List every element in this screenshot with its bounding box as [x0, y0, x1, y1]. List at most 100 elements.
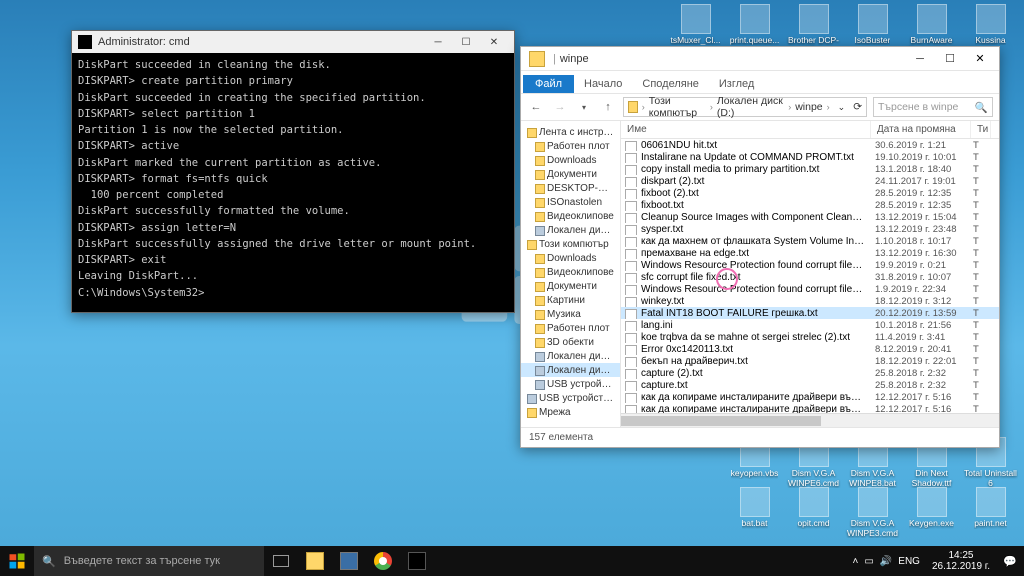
app-icon: [740, 4, 770, 34]
tray-volume-icon[interactable]: 🔊: [880, 556, 892, 567]
nav-item[interactable]: Downloads: [521, 251, 620, 265]
table-row[interactable]: diskpart (2).txt24.11.2017 г. 19:01Т: [621, 175, 999, 187]
nav-item[interactable]: Лента с инструмен: [521, 125, 620, 139]
minimize-button[interactable]: ─: [905, 49, 935, 69]
table-row[interactable]: как да копираме инсталираните драйвери в…: [621, 403, 999, 413]
tab-share[interactable]: Споделяне: [632, 75, 709, 93]
nav-item[interactable]: Локален диск (D:): [521, 363, 620, 377]
column-headers[interactable]: Име Дата на промяна Ти: [621, 121, 999, 139]
file-name: бекъп на драйверич.txt: [621, 355, 871, 367]
explorer-titlebar[interactable]: | winpe ─ ☐ ✕: [521, 47, 999, 71]
file-name: Instalirane na Update ot COMMAND PROMT.t…: [621, 151, 871, 163]
table-row[interactable]: Instalirane na Update ot COMMAND PROMT.t…: [621, 151, 999, 163]
table-row[interactable]: Cleanup Source Images with Component Cle…: [621, 211, 999, 223]
horizontal-scrollbar[interactable]: [621, 413, 999, 427]
nav-item[interactable]: 3D обекти: [521, 335, 620, 349]
taskbar-search[interactable]: 🔍 Въведете текст за търсене тук: [34, 546, 264, 576]
table-row[interactable]: Fatal INT18 BOOT FAILURE грешка.txt20.12…: [621, 307, 999, 319]
file-name: как да махнем от флашката System Volume …: [621, 235, 871, 247]
table-row[interactable]: fixboot (2).txt28.5.2019 г. 12:35Т: [621, 187, 999, 199]
nav-item[interactable]: Работен плот: [521, 321, 620, 335]
cmd-titlebar[interactable]: Administrator: cmd ─ ☐ ✕: [72, 31, 514, 53]
refresh-icon[interactable]: ⟳: [853, 101, 862, 113]
nav-item[interactable]: USB устройство (N:): [521, 391, 620, 405]
taskbar-app-chrome[interactable]: [366, 546, 400, 576]
tab-view[interactable]: Изглед: [709, 75, 764, 93]
nav-back-icon[interactable]: ←: [527, 101, 545, 113]
nav-up-icon[interactable]: ↑: [599, 101, 617, 113]
nav-item[interactable]: ISOnastolen: [521, 195, 620, 209]
nav-item[interactable]: Музика: [521, 307, 620, 321]
tray-chevron-icon[interactable]: ˄: [853, 556, 859, 567]
table-row[interactable]: winkey.txt18.12.2019 г. 3:12Т: [621, 295, 999, 307]
tab-home[interactable]: Начало: [574, 75, 632, 93]
task-view-button[interactable]: [264, 546, 298, 576]
nav-forward-icon[interactable]: →: [551, 101, 569, 113]
table-row[interactable]: бекъп на драйверич.txt18.12.2019 г. 22:0…: [621, 355, 999, 367]
file-date: 18.12.2019 г. 3:12: [871, 295, 971, 307]
table-row[interactable]: capture.txt25.8.2018 г. 2:32Т: [621, 379, 999, 391]
tray-lang[interactable]: ENG: [898, 556, 920, 567]
table-row[interactable]: lang.ini10.1.2018 г. 21:56Т: [621, 319, 999, 331]
col-name[interactable]: Име: [621, 121, 871, 138]
nav-item[interactable]: Документи: [521, 279, 620, 293]
close-button[interactable]: ✕: [965, 49, 995, 69]
table-row[interactable]: copy install media to primary partition.…: [621, 163, 999, 175]
action-center-icon[interactable]: 💬: [996, 546, 1024, 576]
table-row[interactable]: fixboot.txt28.5.2019 г. 12:35Т: [621, 199, 999, 211]
nav-pane[interactable]: Лента с инструменРаботен плотDownloadsДо…: [521, 121, 621, 427]
tray-network-icon[interactable]: ▭: [864, 556, 873, 567]
close-button[interactable]: ✕: [480, 33, 508, 51]
table-row[interactable]: koe trqbva da se mahne ot sergei strelec…: [621, 331, 999, 343]
nav-item[interactable]: Този компютър: [521, 237, 620, 251]
nav-item[interactable]: Картини: [521, 293, 620, 307]
nav-item[interactable]: DESKTOP-DF4MAGI: [521, 181, 620, 195]
nav-item[interactable]: Видеоклипове: [521, 265, 620, 279]
breadcrumb[interactable]: › Този компютър› Локален диск (D:)› winp…: [623, 97, 867, 117]
nav-item[interactable]: Видеоклипове: [521, 209, 620, 223]
system-tray[interactable]: ˄ ▭ 🔊 ENG: [847, 556, 926, 567]
nav-item[interactable]: Мрежа: [521, 405, 620, 419]
cmd-output[interactable]: DiskPart succeeded in cleaning the disk.…: [72, 53, 514, 312]
tab-file[interactable]: Файл: [523, 75, 574, 93]
table-row[interactable]: как да копираме инсталираните драйвери в…: [621, 391, 999, 403]
minimize-button[interactable]: ─: [424, 33, 452, 51]
file-date: 13.12.2019 г. 16:30: [871, 247, 971, 259]
nav-item[interactable]: Локален диск (D:): [521, 223, 620, 237]
nav-item[interactable]: Downloads: [521, 153, 620, 167]
table-row[interactable]: Error 0xc1420113.txt8.12.2019 г. 20:41Т: [621, 343, 999, 355]
file-name: как да копираме инсталираните драйвери в…: [621, 403, 871, 413]
start-button[interactable]: [0, 546, 34, 576]
table-row[interactable]: Windows Resource Protection found corrup…: [621, 259, 999, 271]
table-row[interactable]: 06061NDU hit.txt30.6.2019 г. 1:21Т: [621, 139, 999, 151]
nav-item[interactable]: Локален диск (C:): [521, 349, 620, 363]
maximize-button[interactable]: ☐: [935, 49, 965, 69]
desktop-icon[interactable]: paint.net: [963, 487, 1018, 538]
maximize-button[interactable]: ☐: [452, 33, 480, 51]
app-icon: [917, 487, 947, 517]
search-input[interactable]: Търсене в winpe 🔍: [873, 97, 993, 117]
nav-item[interactable]: USB устройство (N: [521, 377, 620, 391]
app-icon: [681, 4, 711, 34]
desktop-icon[interactable]: opit.cmd: [786, 487, 841, 538]
file-name: Fatal INT18 BOOT FAILURE грешка.txt: [621, 307, 871, 319]
taskbar-app-thispc[interactable]: [332, 546, 366, 576]
col-date[interactable]: Дата на промяна: [871, 121, 971, 138]
nav-item[interactable]: Работен плот: [521, 139, 620, 153]
col-type[interactable]: Ти: [971, 121, 991, 138]
table-row[interactable]: премахване на edge.txt13.12.2019 г. 16:3…: [621, 247, 999, 259]
table-row[interactable]: Windows Resource Protection found corrup…: [621, 283, 999, 295]
desktop-icon[interactable]: Dism V.G.A WINPE3.cmd: [845, 487, 900, 538]
taskbar-app-explorer[interactable]: [298, 546, 332, 576]
table-row[interactable]: sysper.txt13.12.2019 г. 23:48Т: [621, 223, 999, 235]
desktop-icon[interactable]: Keygen.exe: [904, 487, 959, 538]
desktop-icon[interactable]: bat.bat: [727, 487, 782, 538]
table-row[interactable]: capture (2).txt25.8.2018 г. 2:32Т: [621, 367, 999, 379]
table-row[interactable]: sfc corrupt file fixed.txt31.8.2019 г. 1…: [621, 271, 999, 283]
nav-recent-icon[interactable]: ▾: [575, 103, 593, 112]
nav-item[interactable]: Документи: [521, 167, 620, 181]
dropdown-icon[interactable]: ⌄: [838, 102, 846, 113]
taskbar-app-cmd[interactable]: [400, 546, 434, 576]
table-row[interactable]: как да махнем от флашката System Volume …: [621, 235, 999, 247]
taskbar-clock[interactable]: 14:25 26.12.2019 г.: [926, 550, 996, 572]
